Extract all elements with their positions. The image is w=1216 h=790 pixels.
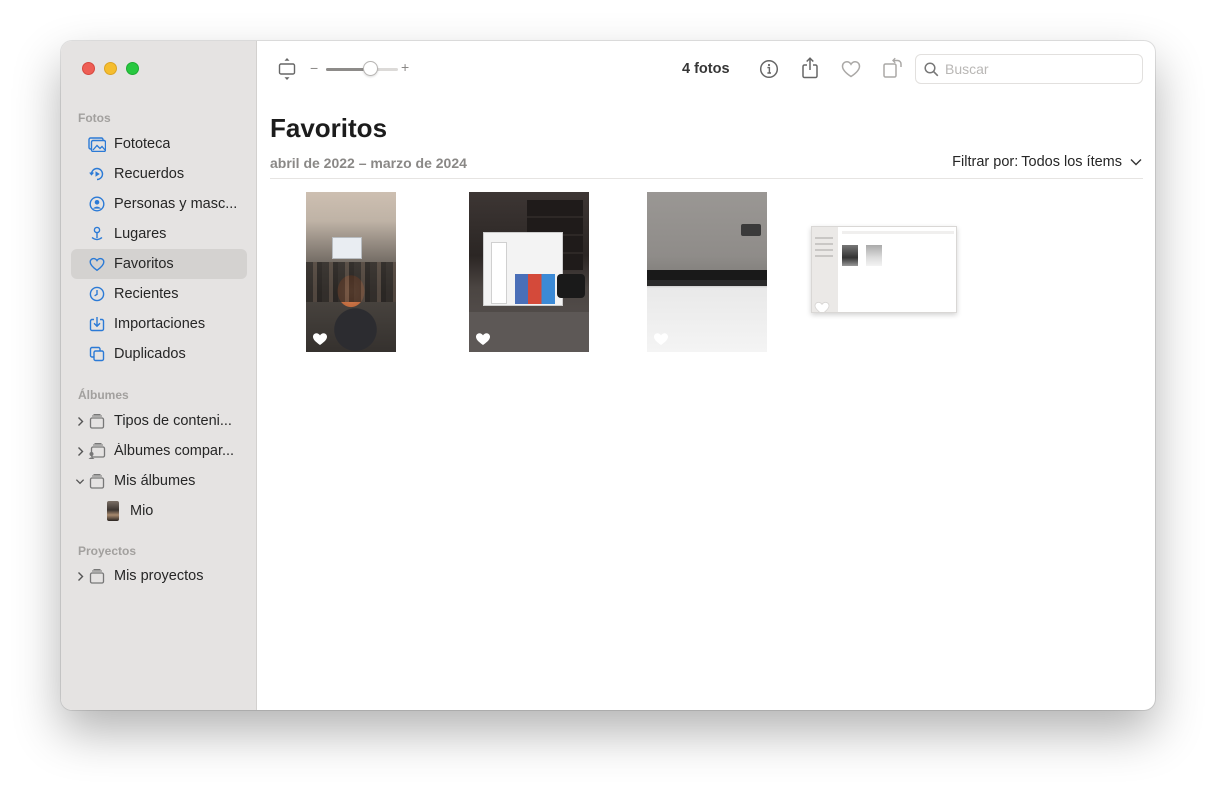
photo-detail — [647, 280, 767, 286]
minimize-button[interactable] — [104, 62, 117, 75]
sidebar-item-label: Mis proyectos — [114, 568, 204, 584]
photo-library-icon — [87, 134, 107, 154]
share-icon[interactable] — [799, 56, 821, 80]
photo-detail — [842, 245, 858, 266]
search-icon — [922, 60, 940, 78]
photo-thumbnail[interactable] — [469, 192, 589, 352]
sidebar-item-importaciones[interactable]: Importaciones — [71, 309, 247, 339]
divider — [270, 178, 1143, 179]
photo-detail — [815, 255, 833, 257]
search-field[interactable] — [915, 54, 1143, 84]
close-button[interactable] — [82, 62, 95, 75]
chevron-down-icon[interactable] — [75, 474, 85, 488]
sidebar-item-mio[interactable]: Mio — [71, 496, 247, 526]
sidebar-item-mis-albumes[interactable]: Mis álbumes — [71, 466, 247, 496]
section-title-fotos: Fotos — [78, 111, 111, 125]
duplicates-icon — [87, 344, 107, 364]
favorite-heart-icon — [814, 301, 830, 312]
album-stack-icon — [87, 471, 107, 491]
rotate-icon[interactable] — [881, 57, 905, 79]
sidebar-item-lugares[interactable]: Lugares — [71, 219, 247, 249]
photo-detail — [332, 237, 362, 259]
zoom-slider-knob[interactable] — [363, 61, 379, 76]
photo-detail — [815, 237, 833, 239]
info-icon[interactable] — [758, 58, 780, 80]
chevron-down-icon — [1130, 158, 1142, 166]
photo-thumbnail[interactable] — [811, 226, 957, 313]
sidebar-item-tipos-contenido[interactable]: Tipos de conteni... — [71, 406, 247, 436]
main-content: − + 4 fotos Buscar Favoritos abril de 20… — [258, 41, 1155, 710]
photo-detail — [812, 227, 838, 312]
chevron-right-icon[interactable] — [75, 414, 85, 428]
section-title-proyectos: Proyectos — [78, 544, 137, 558]
filter-value: Todos los ítems — [1021, 154, 1122, 170]
toolbar: − + 4 fotos — [258, 41, 1155, 97]
favorite-heart-icon — [476, 333, 490, 345]
search-input[interactable] — [945, 61, 1135, 77]
sidebar-item-recientes[interactable]: Recientes — [71, 279, 247, 309]
sidebar-item-label: Importaciones — [114, 316, 206, 332]
memories-icon — [87, 164, 107, 184]
album-stack-icon — [87, 411, 107, 431]
photo-detail — [306, 262, 396, 302]
sidebar-item-favoritos[interactable]: Favoritos — [71, 249, 247, 279]
photo-detail — [491, 242, 507, 304]
sidebar-item-label: Favoritos — [114, 256, 174, 272]
sidebar: Fotos Fototeca Recuerdos Personas y masc… — [61, 41, 257, 710]
sidebar-item-albumes-compartidos[interactable]: Álbumes compar... — [71, 436, 247, 466]
favorite-heart-icon — [313, 333, 327, 345]
sidebar-item-mis-proyectos[interactable]: Mis proyectos — [71, 561, 247, 591]
chevron-right-icon[interactable] — [75, 444, 85, 458]
heart-outline-icon[interactable] — [840, 58, 862, 80]
sidebar-item-duplicados[interactable]: Duplicados — [71, 339, 247, 369]
sidebar-item-label: Mis álbumes — [114, 473, 196, 489]
filter-label: Filtrar por: — [952, 154, 1019, 170]
photo-detail — [647, 270, 767, 280]
sidebar-item-label: Álbumes compar... — [114, 443, 235, 459]
zoom-slider[interactable] — [326, 68, 398, 71]
sidebar-item-fototeca[interactable]: Fototeca — [71, 129, 247, 159]
photos-window: Fotos Fototeca Recuerdos Personas y masc… — [61, 41, 1155, 710]
import-icon — [87, 314, 107, 334]
sidebar-item-label: Recuerdos — [114, 166, 185, 182]
photo-thumbnail[interactable] — [647, 192, 767, 352]
photo-detail — [815, 243, 833, 245]
zoom-out-label: − — [310, 60, 319, 76]
shared-album-icon — [87, 441, 107, 461]
photo-thumbnail[interactable] — [306, 192, 396, 352]
clock-icon — [87, 284, 107, 304]
people-icon — [87, 194, 107, 214]
photo-detail — [557, 274, 585, 298]
photo-detail — [842, 231, 954, 234]
zoom-button[interactable] — [126, 62, 139, 75]
page-title: Favoritos — [270, 113, 388, 143]
album-thumbnail — [103, 501, 123, 521]
sidebar-item-personas[interactable]: Personas y masc... — [71, 189, 247, 219]
sidebar-item-label: Lugares — [114, 226, 167, 242]
sidebar-item-label: Fototeca — [114, 136, 171, 152]
sidebar-item-recuerdos[interactable]: Recuerdos — [71, 159, 247, 189]
places-icon — [87, 224, 107, 244]
photo-detail — [866, 245, 882, 266]
album-stack-icon — [87, 566, 107, 586]
window-controls — [82, 62, 139, 75]
sidebar-item-label: Duplicados — [114, 346, 186, 362]
section-title-albumes: Álbumes — [78, 388, 129, 402]
heart-icon — [87, 254, 107, 274]
chevron-right-icon[interactable] — [75, 569, 85, 583]
date-range: abril de 2022 – marzo de 2024 — [270, 155, 467, 171]
photo-count: 4 fotos — [682, 61, 730, 77]
sidebar-item-label: Recientes — [114, 286, 179, 302]
favorite-heart-icon — [654, 333, 668, 345]
photo-detail — [815, 249, 833, 251]
filter-dropdown[interactable]: Filtrar por: Todos los ítems — [952, 154, 1142, 170]
sidebar-item-label: Tipos de conteni... — [114, 413, 232, 429]
zoom-in-label: + — [401, 59, 410, 75]
aspect-icon[interactable] — [277, 56, 297, 82]
photo-detail — [515, 274, 555, 304]
sidebar-item-label: Mio — [130, 503, 154, 519]
sidebar-item-label: Personas y masc... — [114, 196, 238, 212]
photo-detail — [741, 224, 761, 236]
